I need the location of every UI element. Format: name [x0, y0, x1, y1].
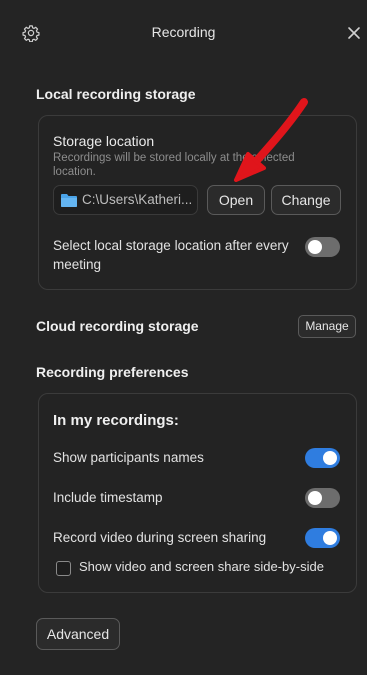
show-participants-names-toggle[interactable]: [305, 448, 340, 468]
include-timestamp-label: Include timestamp: [53, 490, 163, 505]
side-by-side-label: Show video and screen share side-by-side: [79, 559, 324, 574]
include-timestamp-toggle[interactable]: [305, 488, 340, 508]
recording-preferences-card: In my recordings: Show participants name…: [38, 393, 357, 593]
open-button[interactable]: Open: [207, 185, 265, 215]
folder-icon: [61, 194, 77, 207]
side-by-side-checkbox[interactable]: [56, 561, 71, 576]
toggle-knob: [308, 491, 322, 505]
close-icon[interactable]: [346, 25, 362, 41]
storage-location-label: Storage location: [53, 133, 155, 149]
record-video-screen-sharing-toggle[interactable]: [305, 528, 340, 548]
toggle-knob: [323, 451, 337, 465]
storage-path-text: C:\Users\Katheri...: [82, 192, 193, 207]
annotation-arrow-icon: [234, 98, 308, 182]
cloud-storage-heading: Cloud recording storage: [36, 318, 199, 334]
window-title: Recording: [151, 24, 216, 40]
storage-path-field[interactable]: C:\Users\Katheri...: [53, 185, 198, 215]
toggle-knob: [323, 531, 337, 545]
manage-button[interactable]: Manage: [298, 315, 356, 338]
record-video-screen-sharing-label: Record video during screen sharing: [53, 530, 267, 545]
title-bar: Recording: [0, 0, 367, 64]
select-storage-after-meeting-toggle[interactable]: [305, 237, 340, 257]
local-storage-heading: Local recording storage: [36, 86, 196, 102]
toggle-knob: [308, 240, 322, 254]
show-participants-names-label: Show participants names: [53, 450, 204, 465]
change-button[interactable]: Change: [271, 185, 341, 215]
select-storage-after-meeting-label: Select local storage location after ever…: [53, 238, 289, 272]
recording-preferences-heading: Recording preferences: [36, 364, 189, 380]
in-my-recordings-heading: In my recordings:: [53, 412, 179, 429]
advanced-button[interactable]: Advanced: [36, 618, 120, 650]
